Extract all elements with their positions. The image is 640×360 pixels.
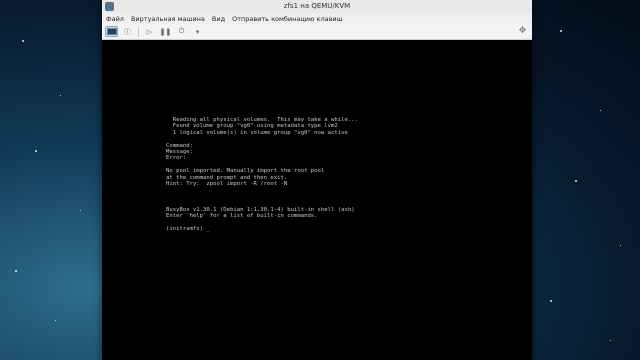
fullscreen-icon[interactable]: ✥: [517, 26, 528, 37]
star: [15, 270, 17, 272]
menu-send-key[interactable]: Отправить комбинацию клавиш: [232, 15, 343, 23]
chevron-down-icon[interactable]: ▾: [191, 26, 204, 37]
console-line: Command:: [166, 142, 193, 149]
menu-file[interactable]: Файл: [106, 15, 124, 23]
console-line: No pool imported. Manually import the ro…: [166, 168, 325, 175]
star: [550, 300, 552, 302]
console-line: 1 logical volume(s) in volume group "vg0…: [166, 129, 348, 136]
pause-icon[interactable]: ❚❚: [159, 26, 172, 37]
play-icon[interactable]: ▷: [143, 26, 156, 37]
console-line: Found volume group "vg0" using metadata …: [166, 123, 338, 130]
console-output: Reading all physical volumes. This may t…: [166, 117, 358, 232]
console-line: at the command prompt and then exit.: [166, 174, 288, 181]
star: [600, 110, 601, 111]
menu-virtual-machine[interactable]: Виртуальная машина: [131, 15, 205, 23]
vm-window: zfs1 на QEMU/KVM Файл Виртуальная машина…: [102, 0, 532, 360]
star: [35, 150, 37, 152]
console-line: BusyBox v1.30.1 (Debian 1:1.30.1-4) buil…: [166, 206, 355, 213]
star: [575, 180, 577, 182]
window-titlebar[interactable]: zfs1 на QEMU/KVM: [102, 0, 532, 13]
star: [55, 320, 56, 321]
star: [610, 340, 611, 341]
star: [560, 30, 562, 32]
vm-console-screen[interactable]: Reading all physical volumes. This may t…: [102, 40, 532, 360]
toolbar-separator: [138, 26, 139, 37]
window-title: zfs1 на QEMU/KVM: [283, 2, 351, 10]
star: [80, 210, 81, 211]
console-line: Error:: [166, 155, 187, 162]
menu-bar: Файл Виртуальная машина Вид Отправить ко…: [102, 13, 532, 24]
console-view-icon[interactable]: [105, 26, 118, 37]
star: [60, 95, 61, 96]
menu-view[interactable]: Вид: [212, 15, 225, 23]
console-line: Enter 'help' for a list of built-in comm…: [166, 213, 318, 220]
console-line: Reading all physical volumes. This may t…: [166, 117, 358, 123]
star: [620, 245, 621, 246]
console-line: Message:: [166, 149, 193, 156]
console-line: (initramfs) _: [166, 225, 210, 232]
app-icon: [105, 2, 114, 11]
power-off-icon[interactable]: ⏻: [175, 26, 188, 37]
toolbar: ⓘ ▷ ❚❚ ⏻ ▾ ✥: [102, 24, 532, 40]
console-line: Hint: Try: zpool import -R /root -N: [166, 181, 288, 188]
details-view-icon[interactable]: ⓘ: [121, 26, 134, 37]
star: [22, 40, 24, 42]
